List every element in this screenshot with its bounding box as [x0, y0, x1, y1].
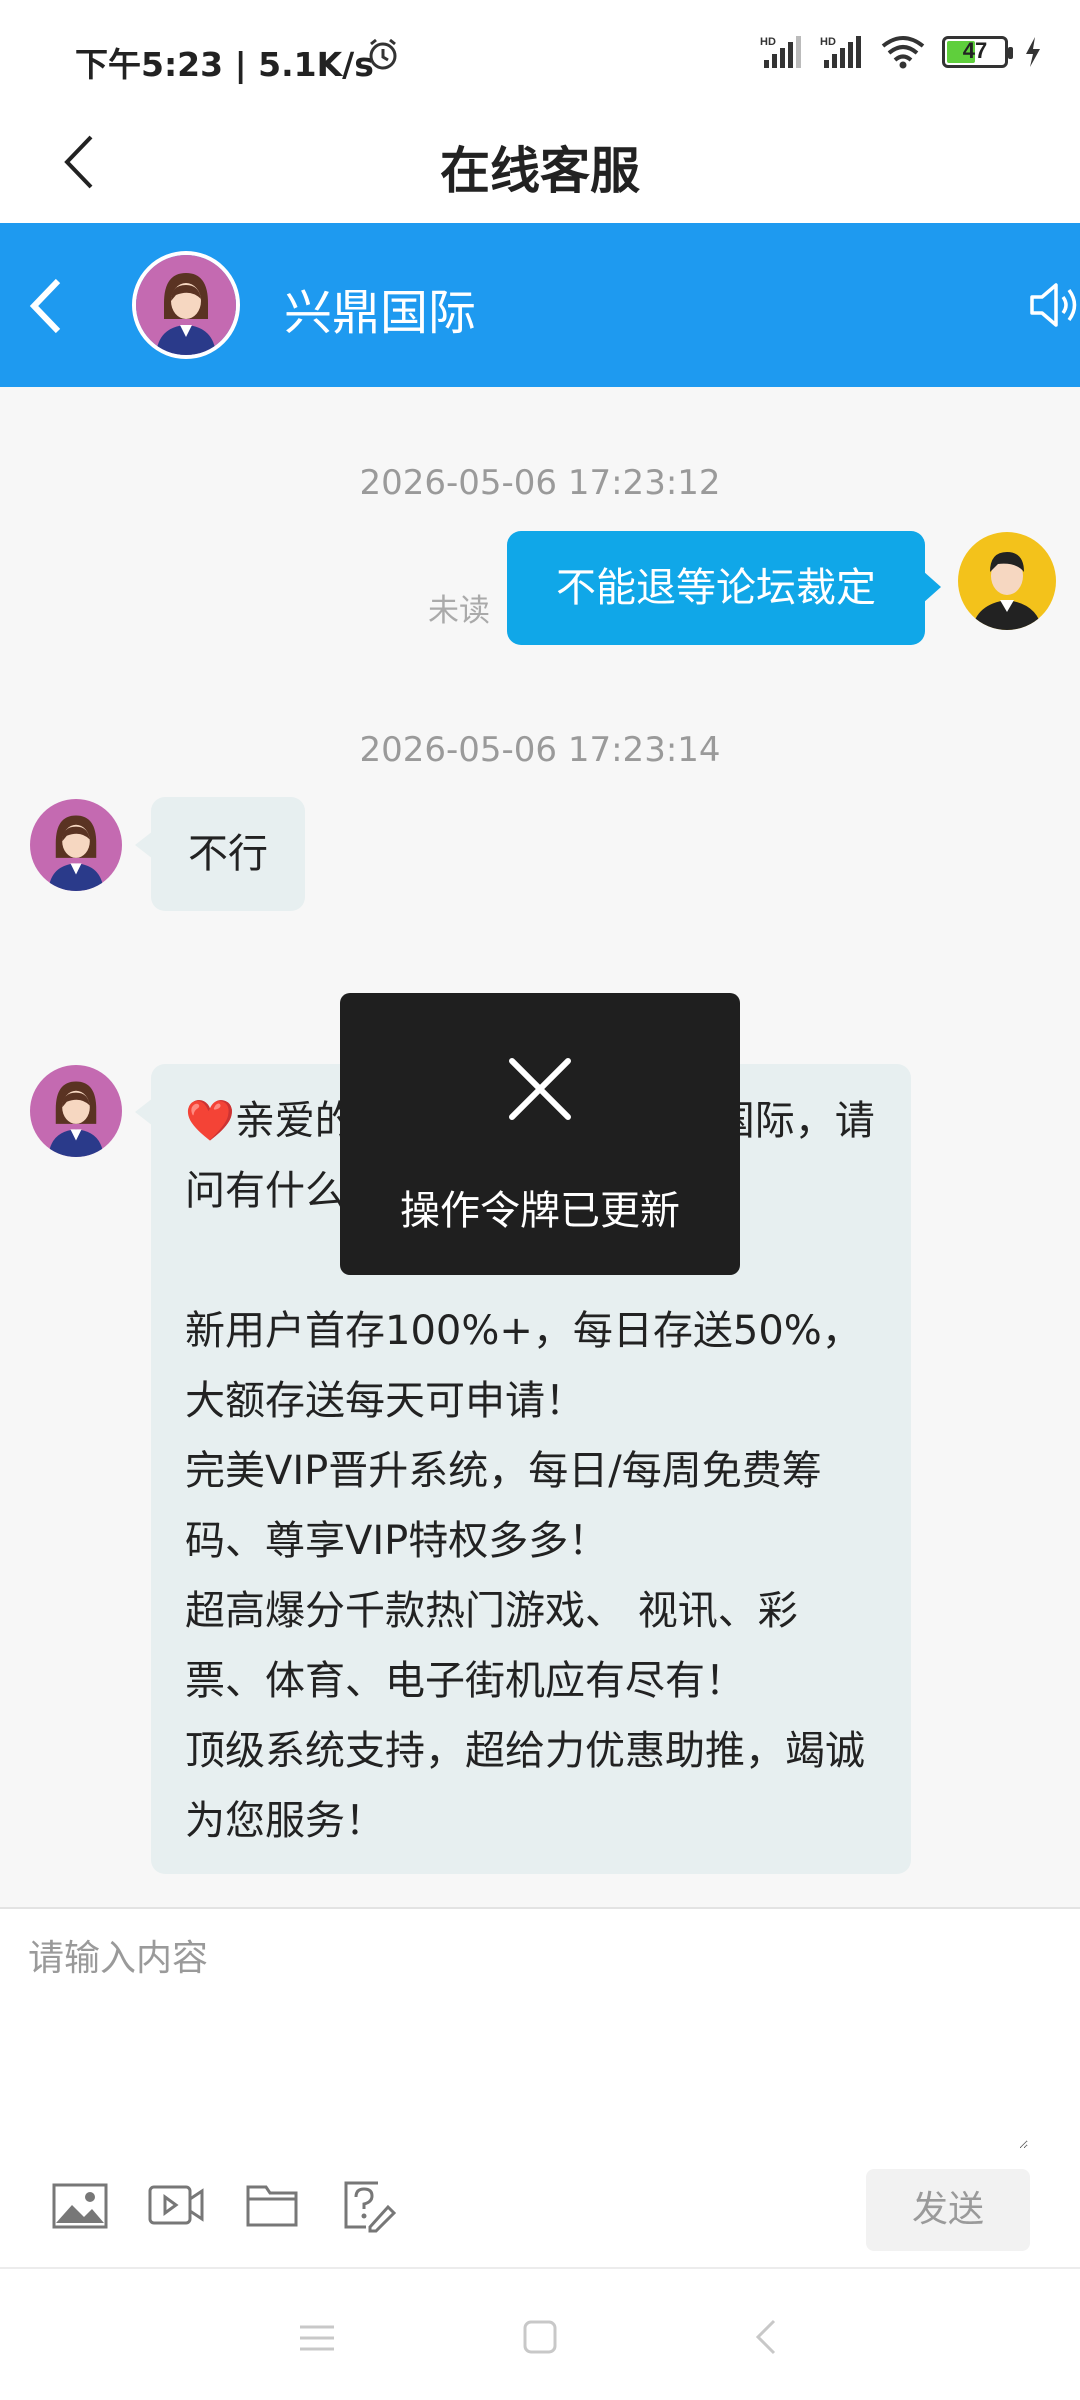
message-input[interactable]	[28, 1929, 1028, 2149]
battery-icon: 47	[942, 36, 1013, 68]
send-button[interactable]: 发送	[866, 2169, 1030, 2251]
folder-icon[interactable]	[244, 2177, 300, 2233]
close-icon	[509, 1058, 571, 1120]
battery-level: 47	[962, 38, 988, 63]
svg-text:HD: HD	[760, 36, 776, 48]
toast-notification: 操作令牌已更新	[340, 993, 740, 1275]
incoming-message[interactable]: 不行	[135, 797, 305, 911]
composer-tools	[52, 2177, 396, 2233]
back-arrow-icon-header[interactable]	[22, 271, 72, 341]
promo-line: 新用户首存100%+，每日存送50%，大额存送每天可申请！	[185, 1308, 862, 1424]
promo-line: 完美VIP晋升系统，每日/每周免费筹码、尊享VIP特权多多！	[185, 1448, 822, 1564]
agent-avatar-icon	[136, 255, 236, 355]
image-icon[interactable]	[52, 2177, 108, 2233]
agent-avatar	[132, 251, 240, 359]
alarm-icon	[369, 38, 397, 70]
promo-line: 顶级系统支持，超给力优惠助推，竭诚为您服务！	[185, 1728, 865, 1844]
status-time: 下午5:23 | 5.1K/s	[75, 45, 374, 84]
toast-text: 操作令牌已更新	[400, 1188, 680, 1234]
page-title: 在线客服	[440, 142, 640, 200]
promo-line: 超高爆分千款热门游戏、 视讯、彩票、体育、电子街机应有尽有！	[185, 1588, 798, 1704]
speaker-icon[interactable]	[1028, 277, 1080, 333]
svg-text:HD: HD	[820, 36, 836, 48]
signal-icon-2: HD	[820, 36, 861, 68]
agent-avatar-icon	[30, 799, 122, 891]
question-edit-icon[interactable]	[340, 2177, 396, 2233]
user-avatar-icon	[958, 532, 1056, 630]
outgoing-message[interactable]: 不能退等论坛裁定	[507, 531, 941, 645]
agent-avatar-icon	[30, 1065, 122, 1157]
user-avatar	[958, 532, 1056, 630]
agent-avatar-small	[30, 1065, 122, 1157]
message-timestamp: 2026-05-06 17:23:14	[359, 730, 721, 770]
menu-icon[interactable]	[298, 2321, 336, 2355]
message-timestamp: 2026-05-06 17:23:12	[359, 463, 721, 503]
system-nav-bar	[0, 2267, 1080, 2400]
top-bar: 在线客服	[0, 105, 1080, 223]
back-nav-icon[interactable]	[752, 2317, 780, 2357]
wifi-icon	[881, 36, 925, 69]
message-composer: 发送	[0, 1907, 1080, 2267]
signal-icon: HD	[760, 36, 801, 68]
status-icons: HD HD 47	[369, 34, 1042, 70]
status-bar: 下午5:23 | 5.1K/s HD HD 47	[0, 0, 1080, 105]
unread-status: 未读	[428, 593, 490, 629]
chat-header: 兴鼎国际	[0, 223, 1080, 387]
agent-avatar-small	[30, 799, 122, 891]
charging-icon	[1026, 37, 1040, 67]
video-icon[interactable]	[148, 2177, 204, 2233]
agent-name: 兴鼎国际	[284, 285, 477, 341]
heart-icon: ❤️	[185, 1098, 235, 1144]
home-icon[interactable]	[522, 2319, 558, 2355]
